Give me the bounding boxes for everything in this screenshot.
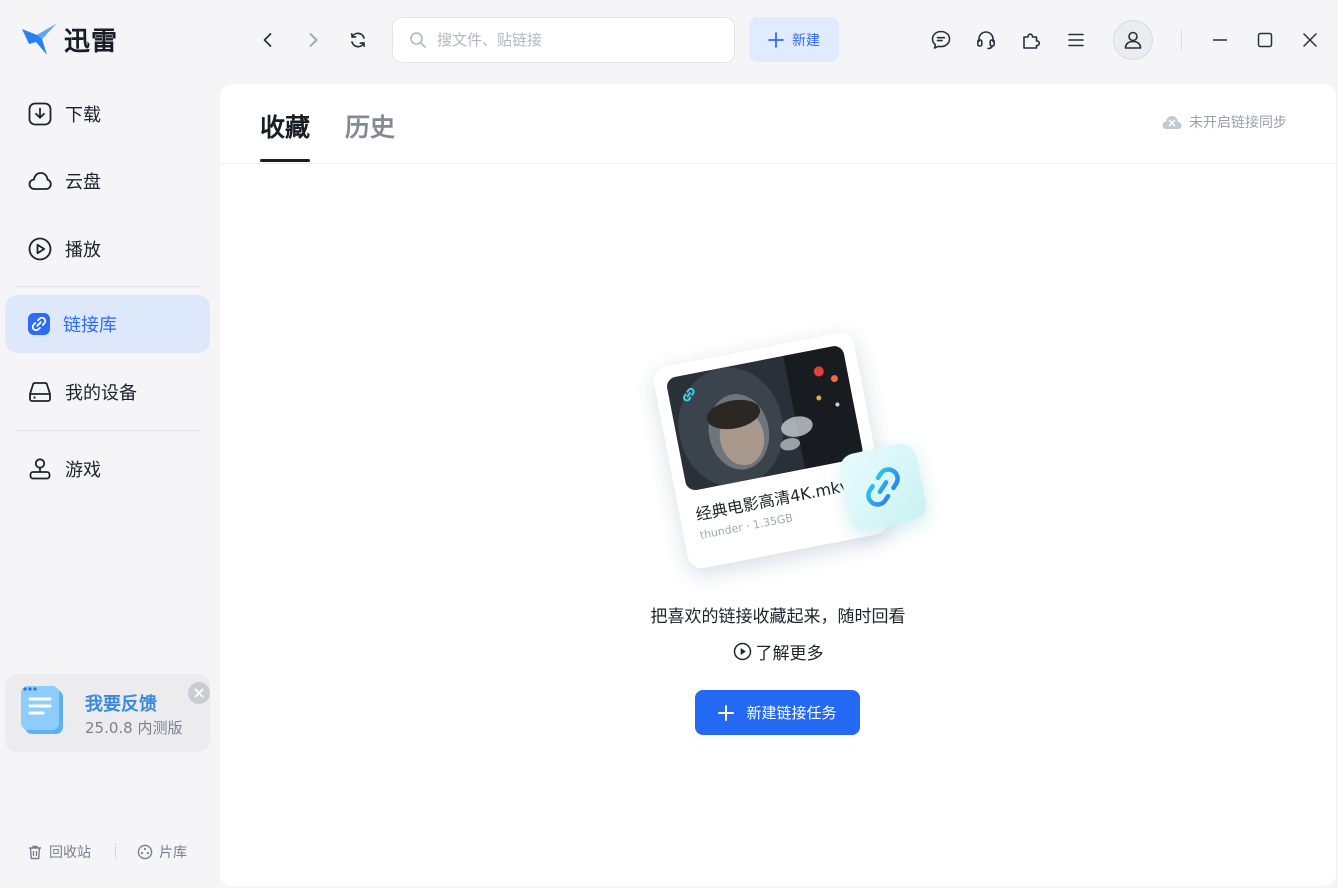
main-panel: 收藏 历史 未开启链接同步 经典电影高清4K.mkv thunder · 1.3… [220, 84, 1336, 886]
new-link-task-label: 新建链接任务 [746, 704, 837, 722]
headset-icon [976, 31, 995, 50]
message-button[interactable] [926, 25, 956, 55]
minimize-icon [1213, 39, 1227, 41]
play-circle-icon [733, 642, 751, 661]
sync-status[interactable]: 未开启链接同步 [1161, 112, 1287, 132]
sidebar-item-label: 下载 [65, 105, 101, 126]
sidebar-item-label: 云盘 [65, 172, 101, 193]
search-icon [410, 32, 426, 48]
feedback-document-icon [21, 686, 63, 734]
sidebar-item-link-library[interactable]: 链接库 [5, 295, 210, 353]
new-button[interactable]: 新建 [749, 17, 839, 62]
plus-icon [768, 31, 784, 48]
search-bar[interactable] [392, 17, 735, 63]
sidebar-item-my-devices[interactable]: 我的设备 [5, 363, 210, 421]
plugins-button[interactable] [1016, 25, 1046, 55]
chevron-right-icon [309, 33, 318, 47]
minimize-button[interactable] [1205, 25, 1235, 55]
puzzle-icon [1023, 33, 1041, 49]
sidebar-item-cloud[interactable]: 云盘 [5, 152, 210, 210]
back-button[interactable] [254, 26, 282, 54]
joystick-icon [29, 458, 51, 480]
plus-icon [718, 704, 735, 721]
feedback-close-button[interactable] [188, 682, 210, 704]
support-button[interactable] [971, 25, 1001, 55]
feedback-card[interactable]: 我要反馈 25.0.8 内测版 [5, 674, 210, 752]
sidebar-item-play[interactable]: 播放 [5, 220, 210, 278]
tab-history[interactable]: 历史 [345, 108, 395, 144]
movie-thumbnail [665, 344, 865, 492]
sidebar-item-label: 我的设备 [65, 383, 137, 404]
new-button-label: 新建 [792, 32, 820, 49]
thunder-bird-icon [22, 24, 56, 55]
film-library-link[interactable]: 片库 [137, 842, 187, 862]
film-library-label: 片库 [159, 845, 187, 861]
play-circle-icon [28, 237, 52, 261]
cloud-off-icon [1162, 116, 1182, 129]
link-chain-icon [866, 467, 900, 507]
film-reel-icon [137, 844, 153, 860]
link-icon [28, 313, 50, 335]
sidebar-item-label: 游戏 [65, 460, 101, 481]
close-icon [194, 688, 204, 698]
refresh-button[interactable] [344, 26, 372, 54]
close-icon [1303, 33, 1317, 47]
toolbar-divider [1181, 30, 1182, 50]
sidebar-item-label: 播放 [65, 240, 101, 261]
app-name: 迅雷 [64, 26, 119, 57]
link-overlay-icon [677, 383, 700, 406]
tab-favorites[interactable]: 收藏 [260, 108, 310, 144]
chevron-left-icon [263, 33, 272, 47]
astronaut-illustration [665, 344, 865, 492]
sidebar-divider [15, 286, 201, 287]
active-tab-indicator [260, 159, 310, 162]
learn-more-label: 了解更多 [755, 644, 824, 664]
sidebar-item-label: 链接库 [63, 315, 117, 336]
maximize-icon [1257, 32, 1273, 48]
tab-divider [220, 163, 1336, 164]
cloud-icon [28, 172, 52, 190]
trash-label: 回收站 [49, 845, 91, 861]
user-avatar[interactable] [1113, 20, 1153, 60]
download-icon [28, 102, 52, 126]
sidebar-item-games[interactable]: 游戏 [5, 440, 210, 498]
sync-status-label: 未开启链接同步 [1189, 115, 1287, 131]
menu-icon [1068, 33, 1084, 47]
sidebar-divider [15, 430, 201, 431]
user-icon [1124, 31, 1142, 49]
maximize-button[interactable] [1250, 25, 1280, 55]
feedback-title: 我要反馈 [85, 694, 157, 715]
forward-button[interactable] [299, 26, 327, 54]
empty-state-message: 把喜欢的链接收藏起来，随时回看 [650, 607, 906, 627]
sidebar-item-download[interactable]: 下载 [5, 85, 210, 143]
message-icon [931, 30, 951, 49]
sample-link-card: 经典电影高清4K.mkv thunder · 1.35GB [651, 330, 891, 571]
link-badge [836, 440, 930, 534]
bottom-divider [115, 843, 116, 859]
refresh-icon [350, 32, 366, 48]
trash-link[interactable]: 回收站 [27, 842, 91, 862]
app-logo: 迅雷 [20, 20, 118, 58]
main-menu-button[interactable] [1061, 25, 1091, 55]
close-button[interactable] [1295, 25, 1325, 55]
learn-more-link[interactable]: 了解更多 [220, 639, 1336, 664]
new-link-task-button[interactable]: 新建链接任务 [695, 690, 860, 735]
device-icon [29, 382, 51, 402]
trash-icon [29, 845, 41, 860]
feedback-version: 25.0.8 内测版 [85, 719, 183, 737]
search-input[interactable] [437, 31, 717, 49]
